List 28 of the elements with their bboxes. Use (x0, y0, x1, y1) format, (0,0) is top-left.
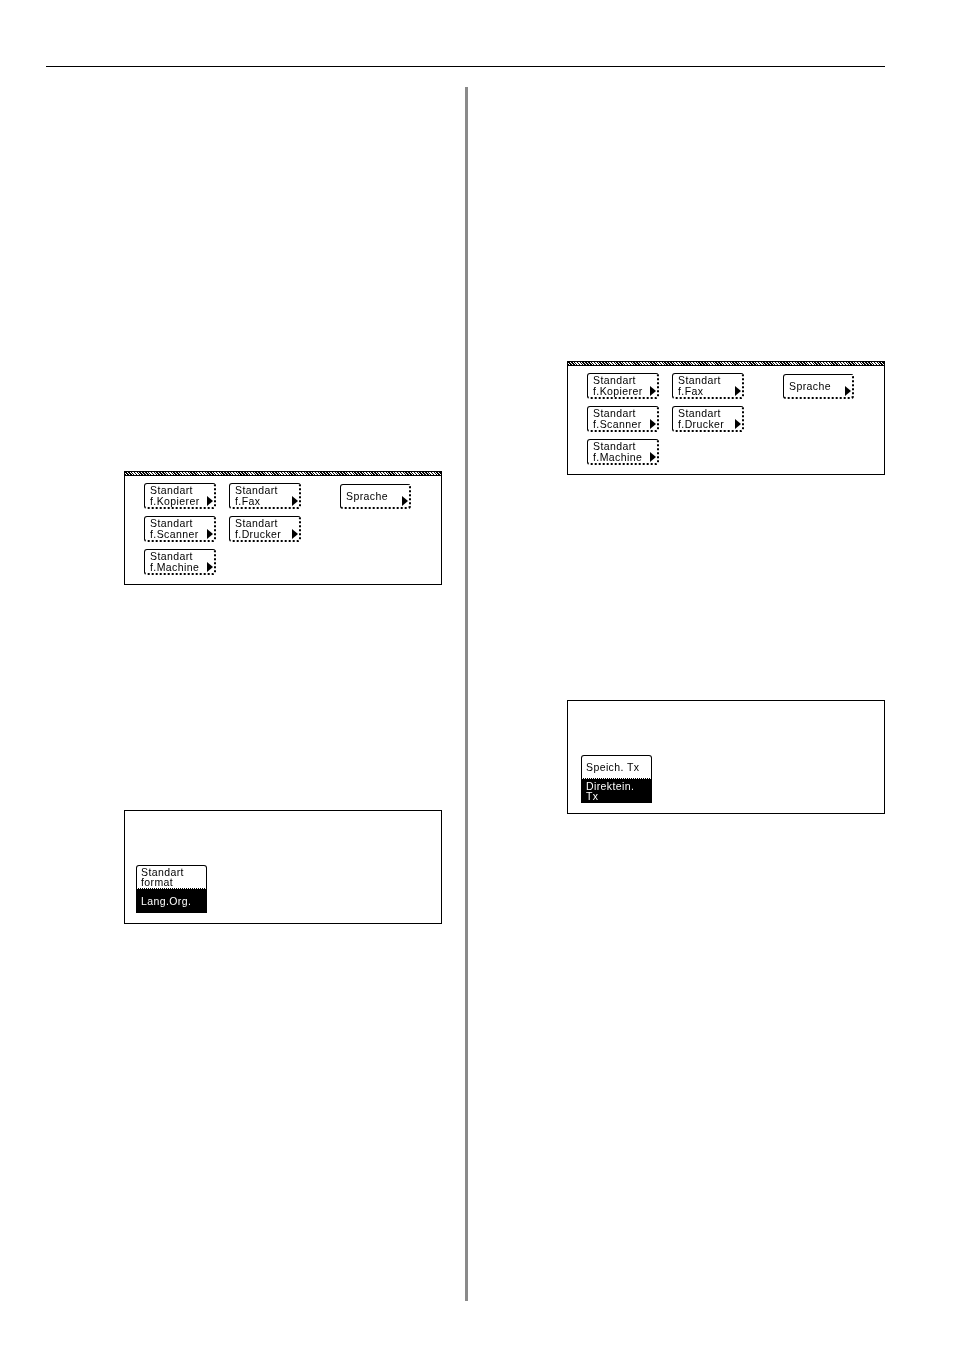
menu-button[interactable]: Standart f.Kopierer (587, 373, 659, 399)
triangle-icon (650, 452, 656, 462)
triangle-icon (207, 529, 213, 539)
triangle-icon (650, 419, 656, 429)
triangle-icon (402, 496, 408, 506)
option-button[interactable]: Direktein. Tx (581, 779, 652, 803)
option-button[interactable]: Lang.Org. (136, 889, 207, 913)
menu-button[interactable]: Standart f.Kopierer (144, 483, 216, 509)
menu-button[interactable]: Standart f.Fax (672, 373, 744, 399)
triangle-icon (207, 562, 213, 572)
triangle-icon (292, 529, 298, 539)
menu-button[interactable]: Standart f.Scanner (144, 516, 216, 542)
triangle-icon (735, 386, 741, 396)
menu-button[interactable]: Standart f.Machine (144, 549, 216, 575)
triangle-icon (735, 419, 741, 429)
triangle-icon (207, 496, 213, 506)
menu-button[interactable]: Standart f.Scanner (587, 406, 659, 432)
option-button[interactable]: Speich. Tx (581, 755, 652, 779)
menu-button[interactable]: Standart f.Fax (229, 483, 301, 509)
triangle-icon (292, 496, 298, 506)
option-button[interactable]: Standart format (136, 865, 207, 889)
triangle-icon (845, 386, 851, 396)
menu-button[interactable]: Standart f.Drucker (229, 516, 301, 542)
triangle-icon (650, 386, 656, 396)
menu-button[interactable]: Standart f.Drucker (672, 406, 744, 432)
language-button[interactable]: Sprache (340, 484, 411, 509)
menu-button[interactable]: Standart f.Machine (587, 439, 659, 465)
language-button[interactable]: Sprache (783, 374, 854, 399)
